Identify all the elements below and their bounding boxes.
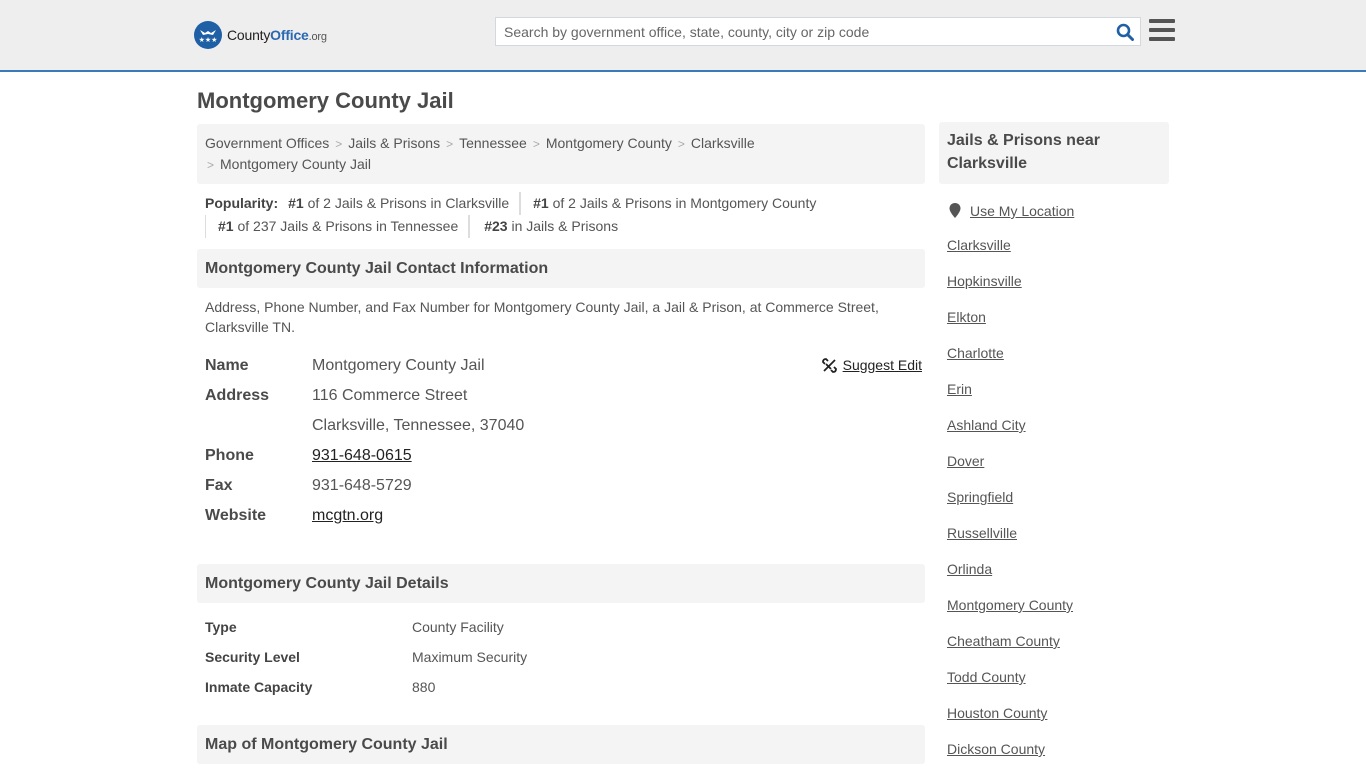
nearby-link[interactable]: Elkton [947, 309, 986, 325]
contact-info: Suggest Edit Name Montgomery County Jail … [197, 351, 925, 531]
chevron-right-icon: > [446, 137, 454, 151]
list-item: Orlinda [947, 551, 1169, 587]
popularity-item: #1 of 237 Jails & Prisons in Tennessee [205, 215, 470, 238]
phone-link[interactable]: 931-648-0615 [312, 447, 412, 464]
list-item: Cheatham County [947, 623, 1169, 659]
top-bar: ★★★ CountyOffice.org [0, 0, 1366, 72]
nearby-link[interactable]: Clarksville [947, 237, 1011, 253]
details-section-heading: Montgomery County Jail Details [197, 564, 925, 603]
popularity-item: #1 of 2 Jails & Prisons in Clarksville [288, 192, 521, 215]
sidebar: Jails & Prisons near Clarksville Use My … [939, 122, 1169, 767]
eagle-logo-icon: ★★★ [194, 21, 222, 49]
list-item: Russellville [947, 515, 1169, 551]
map-pin-icon [949, 203, 961, 218]
logo-text: CountyOffice.org [227, 27, 327, 43]
contact-row-fax: Fax 931-648-5729 [205, 477, 412, 494]
popularity-label: Popularity: [205, 195, 279, 211]
contact-row-address-line2: Clarksville, Tennessee, 37040 [312, 417, 525, 434]
main-content: Government Offices > Jails & Prisons > Tenne… [197, 124, 925, 764]
details-table: Type County Facility Security Level Maximu… [197, 612, 925, 702]
list-item: Charlotte [947, 335, 1169, 371]
breadcrumb-clarksville[interactable]: Clarksville [691, 135, 755, 151]
breadcrumb-jails-prisons[interactable]: Jails & Prisons [348, 135, 440, 151]
use-my-location[interactable]: Use My Location [939, 201, 1169, 221]
list-item: Ashland City [947, 407, 1169, 443]
nearby-link[interactable]: Springfield [947, 489, 1013, 505]
nearby-link[interactable]: Russellville [947, 525, 1017, 541]
chevron-right-icon: > [207, 158, 215, 172]
list-item: Dover [947, 443, 1169, 479]
suggest-edit-link[interactable]: Suggest Edit [843, 357, 922, 373]
details-row: Type County Facility [205, 619, 504, 635]
breadcrumb-montgomery-county[interactable]: Montgomery County [546, 135, 672, 151]
nearby-link[interactable]: Erin [947, 381, 972, 397]
nearby-link[interactable]: Todd County [947, 669, 1026, 685]
contact-section-heading: Montgomery County Jail Contact Informati… [197, 249, 925, 288]
contact-row-address: Address 116 Commerce Street [205, 387, 468, 404]
popularity-item: #1 of 2 Jails & Prisons in Montgomery Co… [520, 192, 826, 215]
nearby-link[interactable]: Orlinda [947, 561, 992, 577]
unlink-icon [821, 357, 837, 373]
nearby-link[interactable]: Montgomery County [947, 597, 1073, 613]
breadcrumb-tennessee[interactable]: Tennessee [459, 135, 527, 151]
breadcrumb: Government Offices > Jails & Prisons > Tenne… [197, 124, 925, 184]
list-item: Erin [947, 371, 1169, 407]
popularity: Popularity: #1 of 2 Jails & Prisons in Cl… [197, 184, 925, 238]
nearby-list: Clarksville Hopkinsville Elkton Charlott… [939, 227, 1169, 767]
list-item: Houston County [947, 695, 1169, 731]
breadcrumb-current[interactable]: Montgomery County Jail [220, 156, 371, 172]
nearby-link[interactable]: Dickson County [947, 741, 1045, 757]
use-my-location-link[interactable]: Use My Location [970, 203, 1074, 219]
contact-row-phone: Phone 931-648-0615 [205, 447, 412, 464]
page-title: Montgomery County Jail [197, 88, 454, 113]
search-icon [1116, 23, 1134, 41]
list-item: Todd County [947, 659, 1169, 695]
list-item: Springfield [947, 479, 1169, 515]
nearby-link[interactable]: Houston County [947, 705, 1047, 721]
contact-row-website: Website mcgtn.org [205, 507, 384, 524]
list-item: Clarksville [947, 227, 1169, 263]
search-button[interactable] [1110, 18, 1140, 45]
breadcrumb-government-offices[interactable]: Government Offices [205, 135, 329, 151]
logo[interactable]: ★★★ CountyOffice.org [194, 21, 327, 49]
svg-text:★★★: ★★★ [199, 36, 218, 44]
list-item: Elkton [947, 299, 1169, 335]
website-link[interactable]: mcgtn.org [312, 507, 383, 524]
suggest-edit-button[interactable]: Suggest Edit [821, 357, 922, 373]
contact-description: Address, Phone Number, and Fax Number fo… [205, 299, 879, 335]
chevron-right-icon: > [335, 137, 343, 151]
list-item: Montgomery County [947, 587, 1169, 623]
map-section-heading: Map of Montgomery County Jail [197, 725, 925, 764]
list-item: Hopkinsville [947, 263, 1169, 299]
contact-row-name: Name Montgomery County Jail [205, 357, 485, 374]
sidebar-heading: Jails & Prisons near Clarksville [939, 122, 1169, 184]
nearby-link[interactable]: Dover [947, 453, 984, 469]
nearby-link[interactable]: Ashland City [947, 417, 1026, 433]
chevron-right-icon: > [677, 137, 685, 151]
nearby-link[interactable]: Hopkinsville [947, 273, 1022, 289]
hamburger-menu-icon[interactable] [1149, 19, 1175, 43]
search-box [495, 17, 1141, 46]
search-input[interactable] [496, 18, 1110, 45]
chevron-right-icon: > [532, 137, 540, 151]
nearby-link[interactable]: Cheatham County [947, 633, 1060, 649]
nearby-link[interactable]: Charlotte [947, 345, 1004, 361]
details-row: Security Level Maximum Security [205, 649, 528, 665]
popularity-item: #23 in Jails & Prisons [469, 215, 628, 238]
list-item: Dickson County [947, 731, 1169, 767]
details-row: Inmate Capacity 880 [205, 679, 436, 695]
